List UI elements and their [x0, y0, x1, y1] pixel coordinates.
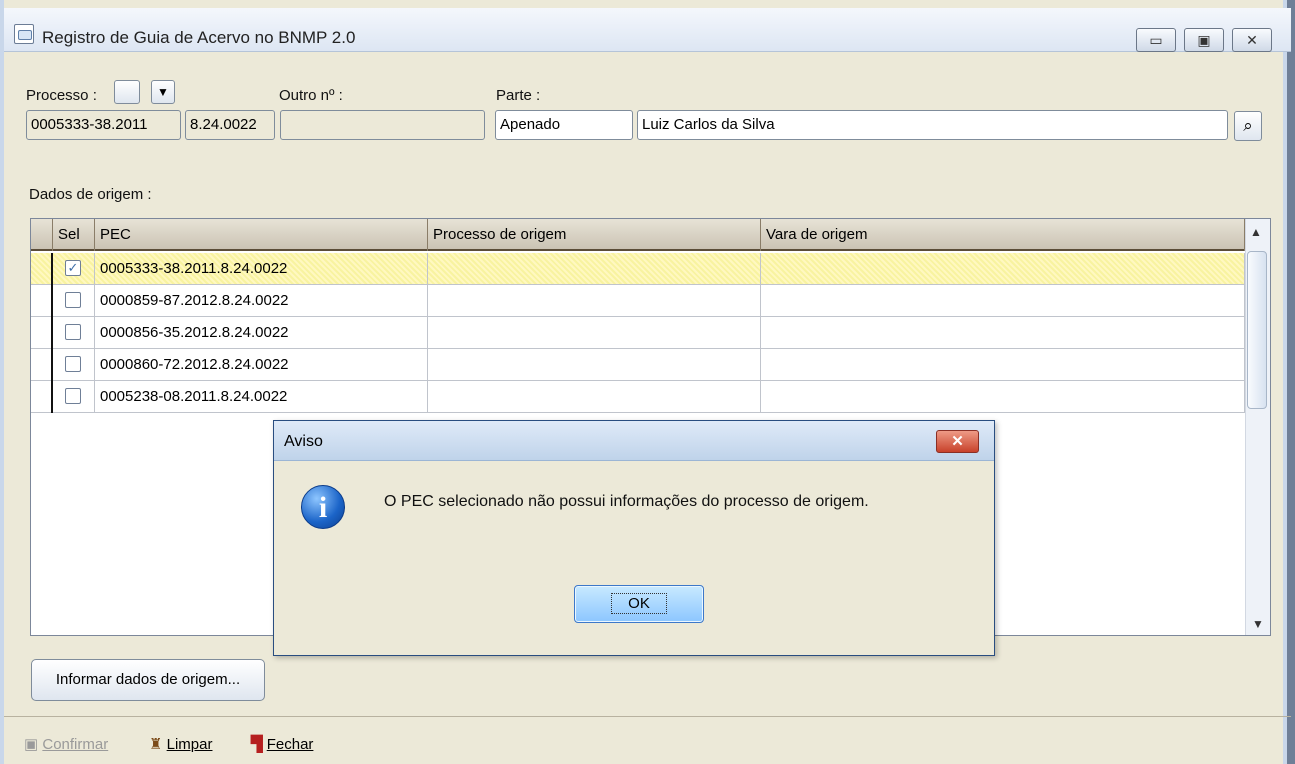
sel-cell[interactable] — [53, 285, 95, 317]
parte-name-field[interactable]: Luiz Carlos da Silva — [637, 110, 1228, 140]
pec-cell[interactable]: 0000856-35.2012.8.24.0022 — [95, 317, 428, 349]
row-indicator — [31, 285, 53, 317]
sel-cell[interactable] — [53, 381, 95, 413]
chevron-down-icon[interactable]: ▼ — [151, 80, 175, 104]
row-checkbox[interactable] — [65, 324, 81, 340]
flag-icon: ▜ — [251, 736, 263, 753]
table-row[interactable]: 0000859-87.2012.8.24.0022 — [31, 285, 1245, 317]
ok-button[interactable]: OK — [574, 585, 704, 623]
broom-icon: ♜ — [149, 736, 163, 753]
confirmar-label: Confirmar — [42, 736, 109, 753]
app-icon — [14, 24, 34, 44]
pec-cell[interactable]: 0000860-72.2012.8.24.0022 — [95, 349, 428, 381]
processo-origem-cell[interactable] — [428, 253, 761, 285]
outro-label: Outro nº : — [279, 87, 343, 104]
scroll-up-icon[interactable]: ▲ — [1250, 225, 1262, 239]
aviso-dialog: Aviso ✕ i O PEC selecionado não possui i… — [273, 420, 995, 656]
outro-number-field[interactable] — [280, 110, 485, 140]
pec-cell[interactable]: 0005238-08.2011.8.24.0022 — [95, 381, 428, 413]
row-indicator — [31, 253, 53, 285]
vara-origem-cell[interactable] — [761, 349, 1245, 381]
dialog-close-button[interactable]: ✕ — [936, 430, 979, 453]
row-checkbox[interactable] — [65, 356, 81, 372]
info-icon: i — [301, 485, 345, 529]
row-checkbox[interactable] — [65, 292, 81, 308]
column-header-vara[interactable]: Vara de origem — [761, 219, 1245, 251]
dialog-title: Aviso — [284, 433, 323, 450]
parte-label: Parte : — [496, 87, 541, 104]
processo-origem-cell[interactable] — [428, 317, 761, 349]
processo-number-field[interactable]: 0005333-38.2011 — [26, 110, 181, 140]
dialog-titlebar: Aviso ✕ — [274, 421, 994, 461]
processo-origem-cell[interactable] — [428, 349, 761, 381]
processo-label: Processo : — [26, 87, 97, 104]
column-header-pec[interactable]: PEC — [95, 219, 428, 251]
scrollbar-thumb[interactable] — [1247, 251, 1267, 409]
window-title: Registro de Guia de Acervo no BNMP 2.0 — [42, 28, 356, 47]
limpar-button[interactable]: ♜ Limpar — [149, 735, 212, 753]
parte-type-field[interactable]: Apenado — [495, 110, 633, 140]
column-header-sel[interactable]: Sel — [53, 219, 95, 251]
fechar-button[interactable]: ▜ Fechar — [251, 735, 313, 753]
processo-suffix-field[interactable]: 8.24.0022 — [185, 110, 275, 140]
row-indicator-header — [31, 219, 53, 251]
close-button[interactable]: ✕ — [1232, 28, 1272, 52]
sel-cell[interactable] — [53, 317, 95, 349]
vara-origem-cell[interactable] — [761, 317, 1245, 349]
informar-dados-button[interactable]: Informar dados de origem... — [31, 659, 265, 701]
table-row[interactable]: 0000860-72.2012.8.24.0022 — [31, 349, 1245, 381]
bottom-divider — [4, 716, 1291, 717]
row-indicator — [31, 381, 53, 413]
table-row[interactable]: 0005238-08.2011.8.24.0022 — [31, 381, 1245, 413]
pec-cell[interactable]: 0000859-87.2012.8.24.0022 — [95, 285, 428, 317]
dados-origem-label: Dados de origem : — [29, 186, 152, 203]
minimize-button[interactable]: ▭ — [1136, 28, 1176, 52]
fechar-label: Fechar — [266, 736, 314, 753]
search-icon[interactable]: ⌕ — [1234, 111, 1262, 141]
scroll-down-icon[interactable]: ▼ — [1252, 617, 1264, 631]
row-checkbox[interactable]: ✓ — [65, 260, 81, 276]
vara-origem-cell[interactable] — [761, 381, 1245, 413]
save-icon: ▣ — [24, 736, 39, 753]
confirmar-button[interactable]: ▣ Confirmar — [24, 735, 108, 753]
sel-cell[interactable] — [53, 349, 95, 381]
column-header-processo[interactable]: Processo de origem — [428, 219, 761, 251]
maximize-button[interactable]: ▣ — [1184, 28, 1224, 52]
limpar-label: Limpar — [166, 736, 213, 753]
vara-origem-cell[interactable] — [761, 285, 1245, 317]
vara-origem-cell[interactable] — [761, 253, 1245, 285]
processo-origem-cell[interactable] — [428, 381, 761, 413]
row-indicator — [31, 317, 53, 349]
row-indicator — [31, 349, 53, 381]
ok-label: OK — [611, 593, 667, 614]
processo-origem-cell[interactable] — [428, 285, 761, 317]
window-titlebar: Registro de Guia de Acervo no BNMP 2.0 ▭… — [4, 8, 1291, 52]
sel-cell[interactable]: ✓ — [53, 253, 95, 285]
row-checkbox[interactable] — [65, 388, 81, 404]
grid-header: Sel PEC Processo de origem Vara de orige… — [31, 219, 1245, 251]
dialog-message: O PEC selecionado não possui informações… — [384, 493, 869, 510]
table-row[interactable]: 0000856-35.2012.8.24.0022 — [31, 317, 1245, 349]
table-row[interactable]: ✓ 0005333-38.2011.8.24.0022 — [31, 253, 1245, 285]
pec-cell[interactable]: 0005333-38.2011.8.24.0022 — [95, 253, 428, 285]
process-lookup-icon[interactable] — [114, 80, 140, 104]
